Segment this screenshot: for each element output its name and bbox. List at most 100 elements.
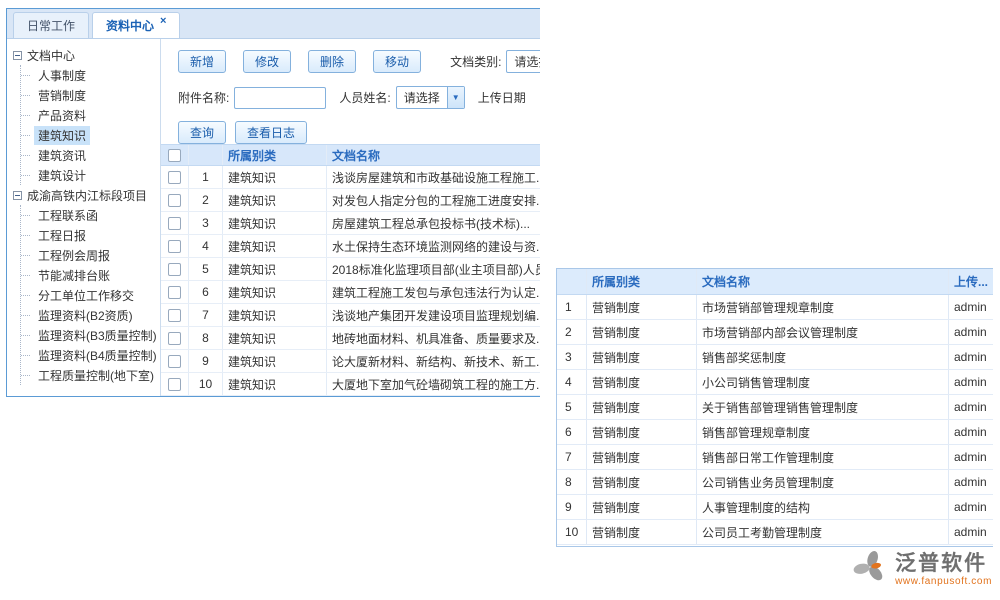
select-all-checkbox[interactable] [168,149,181,162]
table-row[interactable]: 5 建筑知识 2018标准化监理项目部(业主项目部)人员... [161,258,540,281]
row-number: 8 [189,327,223,349]
sidebar-root-label: 文档中心 [27,47,75,64]
row-checkbox[interactable] [168,378,181,391]
table-row[interactable]: 6 营销制度 销售部管理规章制度 admin [557,420,993,445]
move-button[interactable]: 移动 [373,50,421,73]
table-row[interactable]: 9 建筑知识 论大厦新材料、新结构、新技术、新工... [161,350,540,373]
row-number: 9 [189,350,223,372]
row-number: 5 [189,258,223,280]
attachment-name-label: 附件名称: [178,89,229,106]
logo-website-url: www.fanpusoft.com [895,576,992,587]
row-category: 建筑知识 [223,258,327,280]
sidebar-item-construction-design[interactable]: 建筑设计 [21,165,160,185]
tab-data-center[interactable]: 资料中心 × [92,12,180,38]
row-uploader: admin [949,320,993,344]
sidebar-item-energy-ledger[interactable]: 节能减排台账 [21,265,160,285]
row-doc-name: 2018标准化监理项目部(业主项目部)人员... [327,258,540,280]
table-row[interactable]: 8 建筑知识 地砖地面材料、机具准备、质量要求及... [161,327,540,350]
table-row[interactable]: 9 营销制度 人事管理制度的结构 admin [557,495,993,520]
sidebar-item-supervision-b3[interactable]: 监理资料(B3质量控制) [21,325,160,345]
row-doc-name: 水土保持生态环境监测网络的建设与资... [327,235,540,257]
table-row[interactable]: 10 营销制度 公司员工考勤管理制度 admin [557,520,993,545]
row-number: 1 [557,295,587,319]
document-center-window: 日常工作 资料中心 × 文档中心 人事制度 营销制度 产品资料 建筑知识 建筑资… [6,8,540,397]
row-checkbox[interactable] [168,309,181,322]
table-row[interactable]: 3 营销制度 销售部奖惩制度 admin [557,345,993,370]
person-name-select[interactable]: 请选择 ▼ [396,86,465,109]
sidebar-item-work-transfer[interactable]: 分工单位工作移交 [21,285,160,305]
table-row[interactable]: 2 营销制度 市场营销部内部会议管理制度 admin [557,320,993,345]
row-doc-name: 市场营销部管理规章制度 [697,295,949,319]
sidebar-item-product-data[interactable]: 产品资料 [21,105,160,125]
collapse-icon[interactable] [13,191,22,200]
table-row[interactable]: 4 营销制度 小公司销售管理制度 admin [557,370,993,395]
sidebar-item-daily-report[interactable]: 工程日报 [21,225,160,245]
row-category: 建筑知识 [223,350,327,372]
row-category: 营销制度 [587,470,697,494]
sidebar-item-project-letter[interactable]: 工程联系函 [21,205,160,225]
collapse-icon[interactable] [13,51,22,60]
row-uploader: admin [949,445,993,469]
row-checkbox[interactable] [168,194,181,207]
sidebar-item-doc-center[interactable]: 文档中心 [7,45,160,65]
row-checkbox[interactable] [168,286,181,299]
row-category: 建筑知识 [223,373,327,395]
tab-daily-work[interactable]: 日常工作 [13,12,89,38]
sidebar-item-project-root[interactable]: 成渝高铁内江标段项目 [7,185,160,205]
close-icon[interactable]: × [160,15,166,27]
doc-category-select[interactable]: 请选择 ▼ [506,50,540,73]
table-row[interactable]: 4 建筑知识 水土保持生态环境监测网络的建设与资... [161,235,540,258]
table-row[interactable]: 5 营销制度 关于销售部管理销售管理制度 admin [557,395,993,420]
sidebar-item-supervision-b2[interactable]: 监理资料(B2资质) [21,305,160,325]
row-checkbox[interactable] [168,240,181,253]
sidebar-item-construction-news[interactable]: 建筑资讯 [21,145,160,165]
row-category: 营销制度 [587,495,697,519]
sidebar-root-label: 成渝高铁内江标段项目 [27,187,147,204]
sidebar-item-weekly-meeting[interactable]: 工程例会周报 [21,245,160,265]
row-doc-name: 市场营销部内部会议管理制度 [697,320,949,344]
fanpu-logo-icon [852,549,888,590]
table-row[interactable]: 7 建筑知识 浅谈地产集团开发建设项目监理规划编... [161,304,540,327]
view-log-button[interactable]: 查看日志 [235,121,307,144]
table-row[interactable]: 2 建筑知识 对发包人指定分包的工程施工进度安排... [161,189,540,212]
row-number: 6 [189,281,223,303]
row-category: 营销制度 [587,370,697,394]
table-row[interactable]: 10 建筑知识 大厦地下室加气砼墙砌筑工程的施工方... [161,373,540,396]
table-row[interactable]: 8 营销制度 公司销售业务员管理制度 admin [557,470,993,495]
row-checkbox[interactable] [168,217,181,230]
row-checkbox[interactable] [168,171,181,184]
query-button[interactable]: 查询 [178,121,226,144]
row-doc-name: 浅谈地产集团开发建设项目监理规划编... [327,304,540,326]
table-row[interactable]: 1 建筑知识 浅谈房屋建筑和市政基础设施工程施工... [161,166,540,189]
row-uploader: admin [949,395,993,419]
row-number: 7 [189,304,223,326]
sidebar-item-construction-knowledge[interactable]: 建筑知识 [21,125,160,145]
row-number: 10 [557,520,587,544]
attachment-name-input[interactable] [234,87,326,109]
row-doc-name: 地砖地面材料、机具准备、质量要求及... [327,327,540,349]
row-checkbox[interactable] [168,355,181,368]
document-tree: 文档中心 人事制度 营销制度 产品资料 建筑知识 建筑资讯 建筑设计 成渝高铁内… [7,39,161,396]
table-row[interactable]: 1 营销制度 市场营销部管理规章制度 admin [557,295,993,320]
row-category: 建筑知识 [223,189,327,211]
row-checkbox[interactable] [168,263,181,276]
sidebar-item-marketing-system[interactable]: 营销制度 [21,85,160,105]
row-checkbox[interactable] [168,332,181,345]
sidebar-item-supervision-b4[interactable]: 监理资料(B4质量控制) [21,345,160,365]
upload-date-label: 上传日期 [478,89,526,106]
document-list-panel: 新增 修改 删除 移动 文档类别: 请选择 ▼ 文档 附件名称: 人员姓名: 请… [161,39,540,396]
row-uploader: admin [949,370,993,394]
sidebar-item-quality-basement[interactable]: 工程质量控制(地下室) [21,365,160,385]
tab-data-center-label: 资料中心 [106,17,154,34]
sidebar-item-hr-system[interactable]: 人事制度 [21,65,160,85]
header-index [557,269,587,294]
row-uploader: admin [949,470,993,494]
table-row[interactable]: 6 建筑知识 建筑工程施工发包与承包违法行为认定... [161,281,540,304]
table-row[interactable]: 3 建筑知识 房屋建筑工程总承包投标书(技术标)... [161,212,540,235]
modify-button[interactable]: 修改 [243,50,291,73]
row-doc-name: 销售部奖惩制度 [697,345,949,369]
delete-button[interactable]: 删除 [308,50,356,73]
doc-category-label: 文档类别: [450,53,501,70]
table-row[interactable]: 7 营销制度 销售部日常工作管理制度 admin [557,445,993,470]
add-button[interactable]: 新增 [178,50,226,73]
